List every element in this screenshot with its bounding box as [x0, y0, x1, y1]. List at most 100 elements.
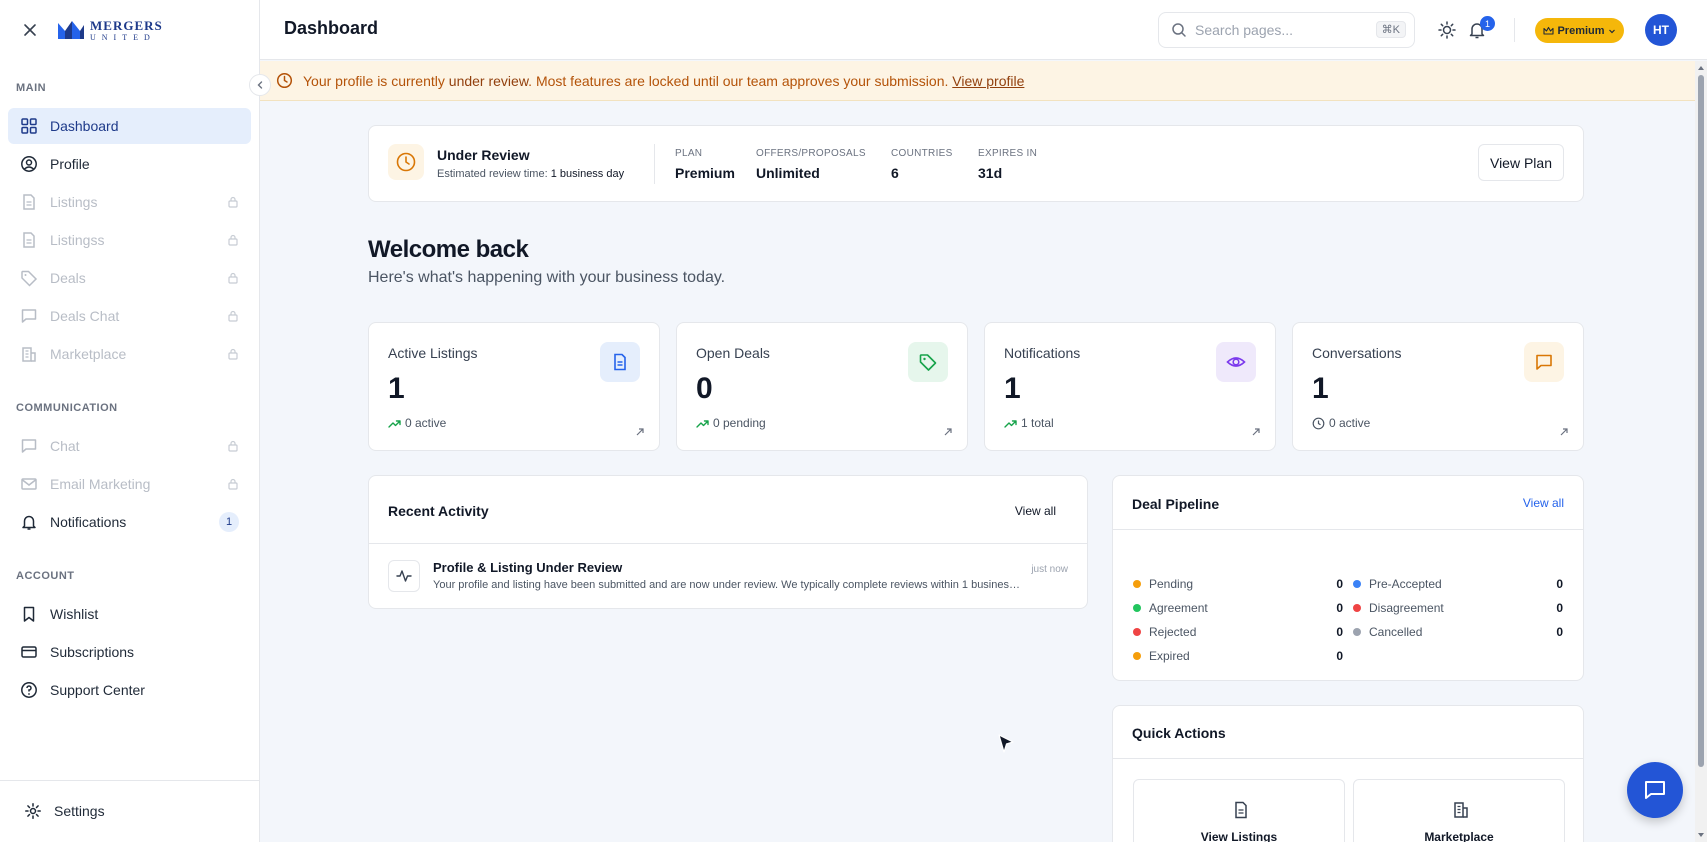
building-icon — [22, 347, 36, 362]
eye-icon — [1226, 357, 1246, 367]
section-label-main: MAIN — [16, 82, 47, 94]
pipeline-count: 0 — [1556, 625, 1563, 639]
sidebar-item-label: Chat — [50, 438, 80, 454]
review-status-card: Under Review Estimated review time: 1 bu… — [368, 125, 1584, 202]
view-all-pipeline-link[interactable]: View all — [1523, 496, 1564, 510]
panel-header: Deal Pipeline View all — [1113, 476, 1583, 530]
view-profile-link[interactable]: View profile — [952, 73, 1024, 89]
search-icon — [1172, 23, 1186, 37]
pipeline-count: 0 — [1336, 601, 1343, 615]
scrollbar[interactable] — [1695, 61, 1707, 842]
page-title: Dashboard — [284, 18, 379, 38]
sidebar: MERGERS UNITED MAIN Dashboard Profile Li… — [0, 0, 260, 842]
sidebar-item-listingss[interactable]: Listingss — [8, 222, 251, 258]
sidebar-item-wishlist[interactable]: Wishlist — [8, 596, 251, 632]
clock-icon — [1312, 417, 1325, 429]
panel-header: Recent Activity View all — [369, 476, 1087, 544]
sidebar-item-deals-chat[interactable]: Deals Chat — [8, 298, 251, 334]
review-warning-banner: Your profile is currently under review. … — [260, 61, 1695, 101]
arrow-up-right-icon[interactable] — [943, 427, 953, 437]
sidebar-item-label: Listingss — [50, 232, 105, 248]
stat-value: Unlimited — [756, 165, 820, 181]
lock-icon — [228, 272, 238, 284]
avatar[interactable]: HT — [1645, 14, 1677, 46]
user-circle-icon — [21, 156, 37, 172]
mouse-cursor-icon — [998, 734, 1014, 753]
review-subtitle: Estimated review time: 1 business day — [437, 168, 624, 180]
close-icon[interactable] — [20, 20, 40, 40]
notification-count-badge: 1 — [1480, 16, 1495, 31]
lock-icon — [228, 478, 238, 490]
pipeline-row-pending: Pending 0 — [1133, 576, 1343, 592]
clock-icon — [396, 152, 416, 172]
activity-icon-tile — [388, 560, 420, 592]
sun-icon[interactable] — [1437, 20, 1457, 40]
stat-card-open-deals[interactable]: Open Deals 0 0 pending — [676, 322, 968, 451]
scroll-down-icon[interactable] — [1697, 831, 1705, 839]
view-listings-button[interactable]: View Listings — [1133, 779, 1345, 842]
sidebar-item-deals[interactable]: Deals — [8, 260, 251, 296]
message-icon — [1536, 354, 1552, 370]
sidebar-item-chat[interactable]: Chat — [8, 428, 251, 464]
pipeline-label: Agreement — [1149, 601, 1208, 615]
premium-plan-button[interactable]: Premium — [1535, 18, 1624, 43]
lock-icon — [228, 310, 238, 322]
sidebar-item-profile[interactable]: Profile — [8, 146, 251, 182]
expires-stat: EXPIRES IN 31d — [978, 148, 1037, 181]
stat-card-conversations[interactable]: Conversations 1 0 active — [1292, 322, 1584, 451]
pipeline-row-pre-accepted: Pre-Accepted 0 — [1353, 576, 1563, 592]
chevron-down-icon — [1608, 29, 1615, 33]
sidebar-item-email-marketing[interactable]: Email Marketing — [8, 466, 251, 502]
sidebar-item-label: Listings — [50, 194, 98, 210]
plan-stat: PLAN Premium — [675, 148, 735, 181]
activity-title[interactable]: Profile & Listing Under Review — [433, 560, 622, 575]
search-shortcut: ⌘K — [1375, 21, 1406, 38]
logo[interactable]: MERGERS UNITED — [56, 19, 163, 42]
stat-card-notifications[interactable]: Notifications 1 1 total — [984, 322, 1276, 451]
arrow-up-right-icon[interactable] — [1251, 427, 1261, 437]
scrollbar-thumb[interactable] — [1698, 75, 1704, 767]
collapse-sidebar-button[interactable] — [249, 74, 271, 96]
sidebar-item-label: Wishlist — [50, 606, 99, 622]
stat-card-active-listings[interactable]: Active Listings 1 0 active — [368, 322, 660, 451]
status-dot — [1133, 652, 1141, 660]
arrow-up-right-icon[interactable] — [1559, 427, 1569, 437]
arrow-up-right-icon[interactable] — [635, 427, 645, 437]
status-dot — [1353, 628, 1361, 636]
sidebar-item-listings[interactable]: Listings — [8, 184, 251, 220]
sidebar-item-marketplace[interactable]: Marketplace — [8, 336, 251, 372]
building-icon — [1454, 802, 1468, 818]
quick-action-label: Marketplace — [1424, 830, 1494, 842]
panel-title: Recent Activity — [388, 503, 489, 519]
lock-icon — [228, 234, 238, 246]
bell-icon — [22, 515, 36, 530]
sidebar-item-subscriptions[interactable]: Subscriptions — [8, 634, 251, 670]
scroll-up-icon[interactable] — [1697, 64, 1705, 72]
stat-card-label: Active Listings — [388, 345, 478, 361]
view-all-activity-link[interactable]: View all — [1015, 504, 1056, 518]
pipeline-count: 0 — [1556, 577, 1563, 591]
stat-card-footer: 1 total — [1004, 416, 1054, 430]
pipeline-row-agreement: Agreement 0 — [1133, 600, 1343, 616]
bookmark-icon — [23, 606, 35, 622]
stat-card-footer: 0 pending — [696, 416, 766, 430]
sidebar-footer: Settings — [0, 780, 259, 842]
sidebar-item-dashboard[interactable]: Dashboard — [8, 108, 251, 144]
search-input[interactable]: Search pages... ⌘K — [1158, 12, 1415, 48]
stat-value: 31d — [978, 165, 1003, 181]
pipeline-count: 0 — [1336, 577, 1343, 591]
settings-button[interactable]: Settings — [12, 793, 255, 829]
stat-card-foot-text: 1 total — [1021, 416, 1054, 430]
top-header: Dashboard Search pages... ⌘K 1 Premium H… — [260, 0, 1707, 60]
section-label-account: ACCOUNT — [16, 570, 75, 582]
sidebar-item-label: Marketplace — [50, 346, 127, 362]
sidebar-item-notifications[interactable]: Notifications 1 — [8, 504, 251, 540]
marketplace-button[interactable]: Marketplace — [1353, 779, 1565, 842]
stat-card-icon-tile — [1216, 342, 1256, 382]
pipeline-row-disagreement: Disagreement 0 — [1353, 600, 1563, 616]
chat-fab-button[interactable] — [1627, 762, 1683, 818]
banner-text: Your profile is currently under review. … — [303, 73, 1024, 89]
sidebar-item-support-center[interactable]: Support Center — [8, 672, 251, 708]
activity-time: just now — [1031, 564, 1068, 575]
view-plan-button[interactable]: View Plan — [1478, 144, 1564, 181]
